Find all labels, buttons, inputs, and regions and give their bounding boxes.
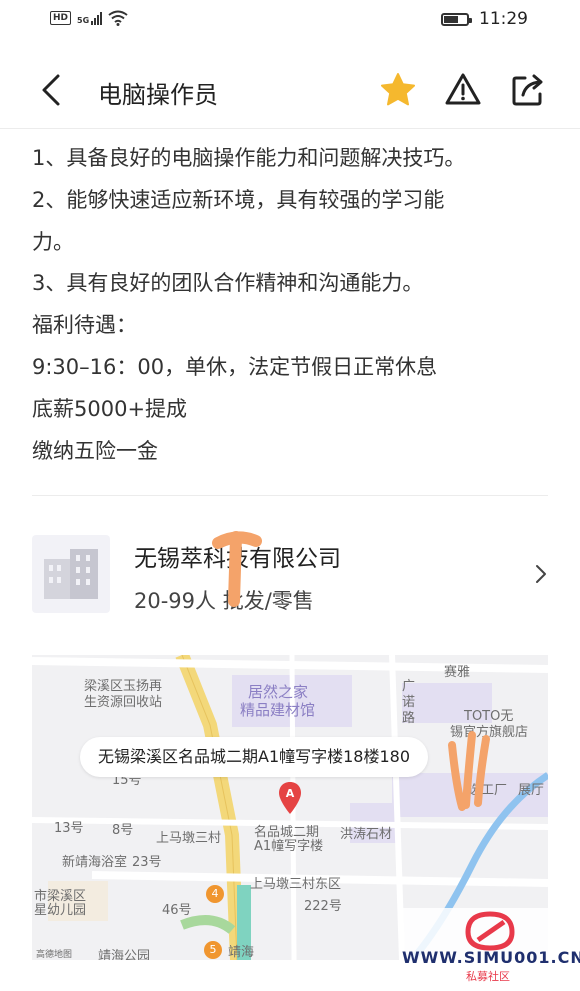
map-label: 8号 <box>112 823 134 838</box>
share-icon[interactable] <box>508 70 548 110</box>
address-bubble: 无锡梁溪区名品城二期A1幢写字楼18楼180 <box>80 737 429 777</box>
redaction-scribble <box>212 531 262 607</box>
clock: 11:29 <box>479 9 528 29</box>
map-label: 展厅 <box>518 783 545 798</box>
status-left: HD 5G <box>50 10 128 26</box>
status-right: 11:29 <box>441 9 528 29</box>
map-label: 222号 <box>304 899 342 914</box>
status-bar: HD 5G 11:29 <box>0 0 580 40</box>
favorite-star-icon[interactable] <box>378 70 418 110</box>
map-label: 生资源回收站 <box>84 695 163 710</box>
back-icon[interactable] <box>38 72 66 108</box>
map-label: 靖海公园 <box>98 949 151 960</box>
svg-text:A: A <box>286 787 295 800</box>
section-divider <box>32 495 548 496</box>
map-label: 靖海 <box>228 945 255 960</box>
map-label: 星幼儿园 <box>34 903 87 918</box>
map-label: A1幢写字楼 <box>254 839 324 854</box>
redaction-scribble <box>448 731 490 811</box>
map-label: 上马墩三村东区 <box>250 877 342 892</box>
app-header: 电脑操作员 <box>0 60 580 120</box>
map-label: 23号 <box>132 855 162 870</box>
company-card[interactable]: 无锡萃​科技有限公司 20-99人 批发/零售 <box>32 531 548 615</box>
description-line: 3、具有良好的团队合作精神和沟通能力。 <box>32 271 424 296</box>
chevron-right-icon[interactable] <box>534 563 548 585</box>
company-logo <box>32 535 110 613</box>
battery-icon <box>441 12 472 26</box>
building-icon <box>44 549 98 599</box>
signal-icon: 5G <box>77 11 103 25</box>
page-title: 电脑操作员 <box>98 81 218 109</box>
job-description: 1、具备良好的电脑操作能力和问题解决技巧。 2、能够快速适应新环境，具有较强的学… <box>32 138 552 472</box>
description-line: 2、能够快速适应新环境，具有较强的学习能 <box>32 187 445 212</box>
report-warning-icon[interactable] <box>443 70 483 110</box>
wifi-icon <box>108 10 128 26</box>
map-label: 46号 <box>162 903 192 918</box>
description-line: 力。 <box>32 229 74 254</box>
map-label: 路 <box>402 711 416 726</box>
network-type: HD <box>50 11 72 25</box>
watermark-sub: 私募社区 <box>466 970 510 983</box>
site-watermark: WWW.SIMU001.CN 私募社区 <box>400 908 580 984</box>
map-label: 新靖海浴室 <box>62 855 128 870</box>
bus-stop-badge: 4 <box>206 885 224 903</box>
signal-generation: 5G <box>77 16 90 25</box>
description-line: 9:30–16：00，单休，法定节假日正常休息 <box>32 354 438 379</box>
map-label: 洪涛石材 <box>340 827 393 842</box>
watermark-logo <box>465 911 515 951</box>
map-label: 精品建材馆 <box>240 701 316 719</box>
map-label: 13号 <box>54 821 84 836</box>
bus-stop-badge: 5 <box>204 941 222 959</box>
location-pin-icon: A <box>279 782 301 814</box>
watermark-site: WWW.SIMU001.CN <box>402 948 580 967</box>
map-label: 赛雅 <box>444 665 471 680</box>
description-line: 1、具备良好的电脑操作能力和问题解决技巧。 <box>32 146 466 170</box>
header-divider <box>0 128 580 129</box>
description-line: 缴纳五险一金 <box>32 438 158 463</box>
description-line: 福利待遇： <box>32 313 137 338</box>
description-line: 底薪5000+提成 <box>32 396 188 421</box>
map-provider-logo: 高德地图 <box>36 950 73 960</box>
map-label: 上马墩三村 <box>156 831 222 846</box>
